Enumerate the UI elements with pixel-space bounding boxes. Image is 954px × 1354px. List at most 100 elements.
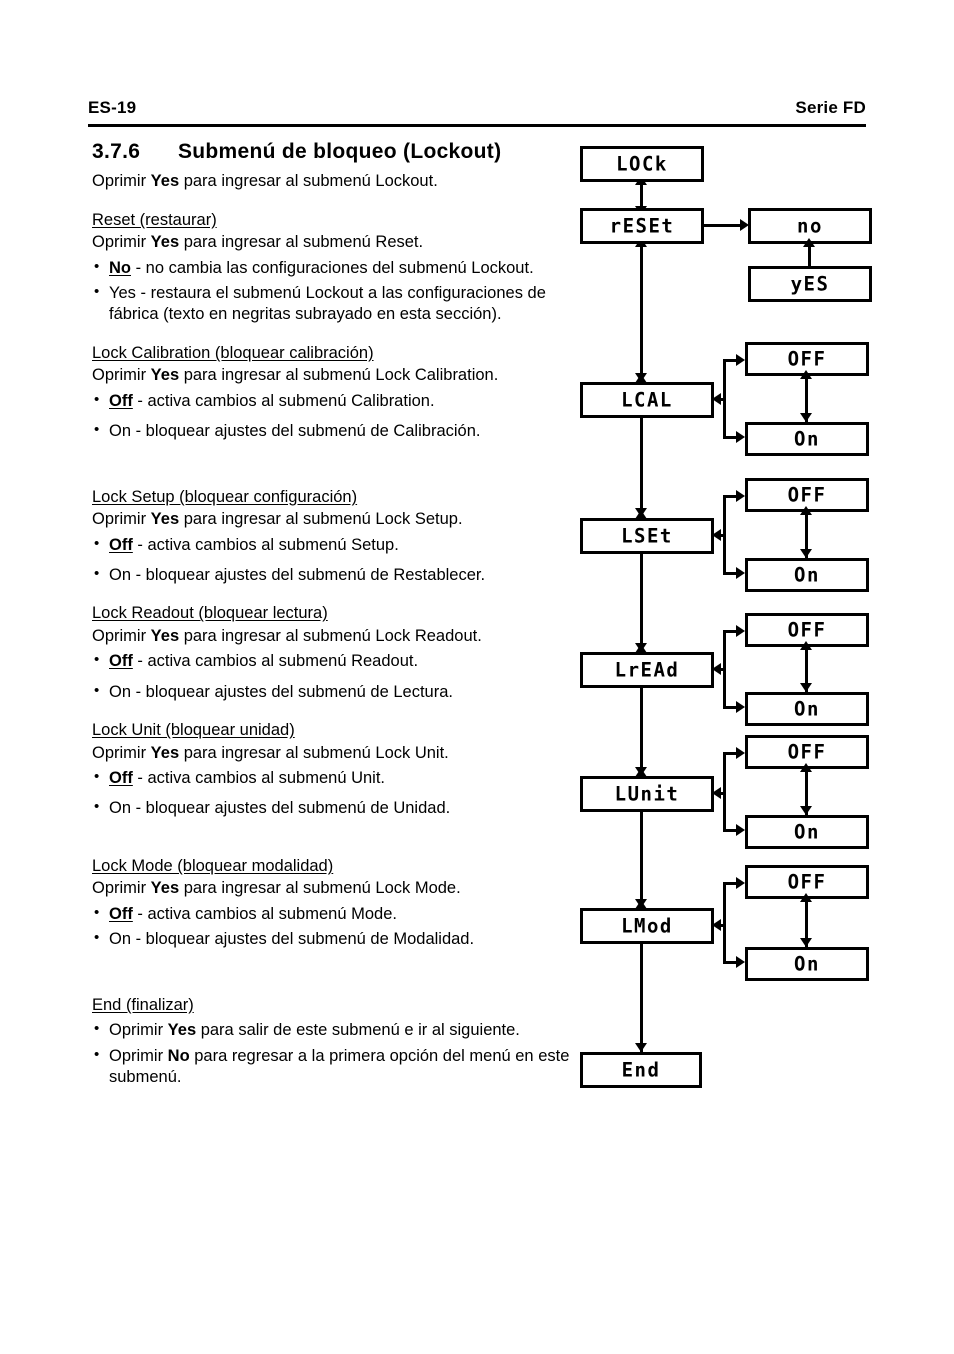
lcd-text: LrEAd (614, 658, 680, 682)
page-number: ES-19 (88, 98, 137, 117)
block-end-bullets: Oprimir Yes para salir de este submenú e… (92, 1019, 570, 1089)
lockout-menu-flowchart: LOCk rESEt no yES LCAL OFF On LSEt OFF O… (540, 130, 940, 1110)
block-end: End (finalizar) Oprimir Yes para salir d… (92, 995, 570, 1089)
lcd-text: On (794, 952, 820, 976)
arrow-right-icon (736, 956, 745, 968)
intro-prefix: Oprimir (92, 172, 151, 191)
list-item: On - bloquear ajustes del submenú de Cal… (92, 420, 570, 442)
section-title: 3.7.6 Submenú de bloqueo (Lockout) (92, 138, 570, 165)
flow-connector-reset-no (704, 224, 742, 227)
block-lock-readout-heading: Lock Readout (bloquear lectura) (92, 604, 328, 623)
block-reset-bullets: No - no cambia las configuraciones del s… (92, 257, 570, 326)
lcd-text: OFF (787, 483, 827, 507)
lcd-text: yES (790, 272, 830, 296)
lcd-node-lunit: LUnit (580, 776, 714, 812)
lcd-node-lread-on: On (745, 692, 869, 726)
lcd-text: LSEt (621, 524, 673, 548)
lcd-text: no (797, 214, 823, 238)
lcd-node-lset: LSEt (580, 518, 714, 554)
arrow-right-icon (736, 354, 745, 366)
block-end-heading: End (finalizar) (92, 995, 194, 1014)
list-item: Off - activa cambios al submenú Calibrat… (92, 390, 570, 412)
list-item: On - bloquear ajustes del submenú de Uni… (92, 797, 570, 819)
block-lock-calibration: Lock Calibration (bloquear calibración) … (92, 343, 570, 443)
list-item: Off - activa cambios al submenú Setup. (92, 534, 570, 556)
arrow-right-icon (736, 824, 745, 836)
list-item: Off - activa cambios al submenú Readout. (92, 650, 570, 672)
arrow-left-icon (712, 919, 721, 931)
lcd-node-lcal-on: On (745, 422, 869, 456)
arrow-up-icon (800, 370, 812, 379)
lcd-text: LCAL (621, 388, 673, 412)
arrow-left-icon (712, 529, 721, 541)
lcd-text: On (794, 820, 820, 844)
block-lock-readout: Lock Readout (bloquear lectura) Oprimir … (92, 603, 570, 703)
list-item: On - bloquear ajustes del submenú de Res… (92, 564, 570, 586)
block-lock-mode-press: Oprimir Yes para ingresar al submenú Loc… (92, 879, 461, 898)
arrow-up-icon (800, 893, 812, 902)
lcd-node-lread: LrEAd (580, 652, 714, 688)
arrow-right-icon (736, 701, 745, 713)
lcd-node-lock: LOCk (580, 146, 704, 182)
block-lock-setup: Lock Setup (bloquear configuración) Opri… (92, 487, 570, 587)
lcd-node-lcal: LCAL (580, 382, 714, 418)
arrow-up-icon (800, 763, 812, 772)
intro-suffix: para ingresar al submenú Lockout. (179, 172, 438, 191)
intro-key-yes: Yes (150, 172, 180, 191)
lcd-node-end: End (580, 1052, 702, 1088)
lcd-text: LMod (621, 914, 673, 938)
block-lock-readout-press: Oprimir Yes para ingresar al submenú Loc… (92, 626, 482, 645)
block-lock-mode-bullets: Off - activa cambios al submenú Mode. On… (92, 903, 570, 951)
lcd-text: OFF (787, 618, 827, 642)
block-lock-calibration-heading: Lock Calibration (bloquear calibración) (92, 343, 374, 362)
list-item: Off - activa cambios al submenú Mode. (92, 903, 570, 925)
block-lock-calibration-bullets: Off - activa cambios al submenú Calibrat… (92, 390, 570, 443)
block-lock-mode-heading: Lock Mode (bloquear modalidad) (92, 856, 334, 875)
arrow-right-icon (736, 747, 745, 759)
flow-connector-reset-lcal (640, 244, 643, 382)
block-lock-unit-bullets: Off - activa cambios al submenú Unit. On… (92, 767, 570, 820)
block-lock-unit-heading: Lock Unit (bloquear unidad) (92, 721, 295, 740)
arrow-down-icon (800, 806, 812, 815)
section-number: 3.7.6 (92, 140, 141, 163)
list-item: Yes - restaura el submenú Lockout a las … (92, 282, 570, 326)
series-label: Serie FD (795, 98, 866, 117)
list-item: On - bloquear ajustes del submenú de Lec… (92, 681, 570, 703)
lcd-node-lset-on: On (745, 558, 869, 592)
block-lock-readout-bullets: Off - activa cambios al submenú Readout.… (92, 650, 570, 703)
list-item: On - bloquear ajustes del submenú de Mod… (92, 928, 570, 950)
block-reset-heading: Reset (restaurar) (92, 210, 217, 229)
block-lock-calibration-press: Oprimir Yes para ingresar al submenú Loc… (92, 366, 499, 385)
arrow-right-icon (736, 567, 745, 579)
lcd-text: OFF (787, 870, 827, 894)
arrow-right-icon (736, 431, 745, 443)
flow-branch-lmod-vert (723, 882, 726, 964)
lcd-node-lmod-on: On (745, 947, 869, 981)
block-lock-setup-bullets: Off - activa cambios al submenú Setup. O… (92, 534, 570, 587)
lcd-text: LOCk (616, 152, 668, 176)
block-lock-unit-press: Oprimir Yes para ingresar al submenú Loc… (92, 743, 449, 762)
block-lock-setup-heading: Lock Setup (bloquear configuración) (92, 487, 358, 506)
arrow-right-icon (736, 625, 745, 637)
arrow-down-icon (800, 938, 812, 947)
arrow-right-icon (736, 490, 745, 502)
lcd-text: OFF (787, 740, 827, 764)
arrow-up-icon (800, 506, 812, 515)
list-item: Oprimir No para regresar a la primera op… (92, 1045, 570, 1089)
arrow-up-icon (800, 641, 812, 650)
header-divider (88, 124, 866, 127)
lcd-text: rESEt (609, 214, 675, 238)
arrow-up-icon (803, 238, 815, 247)
block-reset-press: Oprimir Yes para ingresar al submenú Res… (92, 233, 424, 252)
page-header: ES-19 Serie FD (88, 98, 866, 118)
lcd-text: LUnit (614, 782, 680, 806)
arrow-left-icon (712, 787, 721, 799)
list-item: No - no cambia las configuraciones del s… (92, 257, 570, 279)
lcd-text: End (621, 1058, 661, 1082)
arrow-left-icon (712, 663, 721, 675)
lcd-node-reset: rESEt (580, 208, 704, 244)
block-reset: Reset (restaurar) Oprimir Yes para ingre… (92, 210, 570, 326)
body-text-column: 3.7.6 Submenú de bloqueo (Lockout) Oprimi… (92, 138, 570, 1088)
arrow-left-icon (712, 393, 721, 405)
section-intro: Oprimir Yes para ingresar al submenú Loc… (92, 171, 570, 192)
